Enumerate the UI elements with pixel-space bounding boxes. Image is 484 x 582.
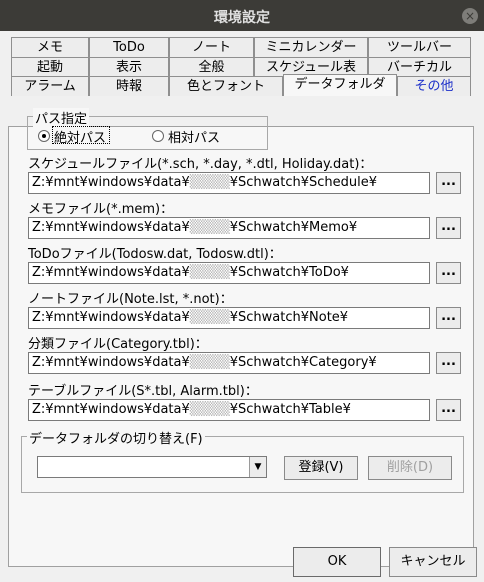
tab-toolbar[interactable]: ツールバー <box>368 37 471 57</box>
tab-note[interactable]: ノート <box>169 37 254 57</box>
path-suffix: ¥Schwatch¥Memo¥ <box>229 220 358 235</box>
path-suffix: ¥Schwatch¥Table¥ <box>229 402 351 417</box>
path-suffix: ¥Schwatch¥Note¥ <box>229 310 349 325</box>
redacted-segment: ▒▒▒▒ <box>189 310 230 325</box>
tab-other[interactable]: その他 <box>397 76 471 96</box>
table-folder-label: テーブルファイル(S*.tbl, Alarm.tbl)： <box>28 384 258 399</box>
window-title: 環境設定 <box>214 10 270 26</box>
path-suffix: ¥Schwatch¥ToDo¥ <box>229 265 349 280</box>
tab-alarm[interactable]: アラーム <box>11 76 89 96</box>
register-button[interactable]: 登録(V) <box>284 456 358 480</box>
redacted-segment: ▒▒▒▒ <box>189 402 230 417</box>
chevron-down-icon[interactable]: ▼ <box>249 457 266 477</box>
tab-general[interactable]: 全般 <box>169 57 254 77</box>
redacted-segment: ▒▒▒▒ <box>189 175 230 190</box>
ok-button[interactable]: OK <box>293 547 381 577</box>
note-folder-label: ノートファイル(Note.lst, *.not)： <box>28 292 233 307</box>
todo-browse-button[interactable]: ... <box>436 262 461 284</box>
redacted-segment: ▒▒▒▒ <box>189 220 230 235</box>
folder-switch-combo[interactable]: ▼ <box>37 456 267 478</box>
absolute-path-radio[interactable] <box>38 130 50 142</box>
memo-folder-field[interactable]: Z:¥mnt¥windows¥data¥▒▒▒▒¥Schwatch¥Memo¥ <box>28 217 430 239</box>
close-icon[interactable]: × <box>462 8 478 24</box>
schedule-browse-button[interactable]: ... <box>436 172 461 194</box>
category-browse-button[interactable]: ... <box>436 352 461 374</box>
folder-switch-label: データフォルダの切り替え(F) <box>27 428 205 447</box>
path-prefix: Z:¥mnt¥windows¥data¥ <box>32 355 190 370</box>
schedule-folder-field[interactable]: Z:¥mnt¥windows¥data¥▒▒▒▒¥Schwatch¥Schedu… <box>28 172 430 194</box>
relative-path-label[interactable]: 相対パス <box>168 127 220 146</box>
todo-folder-field[interactable]: Z:¥mnt¥windows¥data¥▒▒▒▒¥Schwatch¥ToDo¥ <box>28 262 430 284</box>
path-prefix: Z:¥mnt¥windows¥data¥ <box>32 220 190 235</box>
dialog-client: メモ ToDo ノート ミニカレンダー ツールバー 起動 表示 全般 スケジュー… <box>0 31 484 582</box>
tab-memo[interactable]: メモ <box>11 37 89 57</box>
path-mode-label: パス指定 <box>33 108 90 127</box>
tab-minicalendar[interactable]: ミニカレンダー <box>254 37 368 57</box>
tab-display[interactable]: 表示 <box>89 57 169 77</box>
note-browse-button[interactable]: ... <box>436 307 461 329</box>
tab-color-font[interactable]: 色とフォント <box>169 76 283 96</box>
category-folder-field[interactable]: Z:¥mnt¥windows¥data¥▒▒▒▒¥Schwatch¥Catego… <box>28 352 430 374</box>
tab-time-signal[interactable]: 時報 <box>89 76 169 96</box>
table-folder-field[interactable]: Z:¥mnt¥windows¥data¥▒▒▒▒¥Schwatch¥Table¥ <box>28 399 430 421</box>
focus-rectangle <box>52 126 110 144</box>
relative-path-radio[interactable] <box>152 130 164 142</box>
schedule-folder-label: スケジュールファイル(*.sch, *.day, *.dtl, Holiday.… <box>28 157 373 172</box>
path-suffix: ¥Schwatch¥Schedule¥ <box>229 175 378 190</box>
path-prefix: Z:¥mnt¥windows¥data¥ <box>32 265 190 280</box>
category-folder-label: 分類ファイル(Category.tbl)： <box>28 337 208 352</box>
path-prefix: Z:¥mnt¥windows¥data¥ <box>32 402 190 417</box>
tab-todo[interactable]: ToDo <box>89 37 169 57</box>
table-browse-button[interactable]: ... <box>436 399 461 421</box>
path-suffix: ¥Schwatch¥Category¥ <box>229 355 377 370</box>
title-bar: 環境設定 × <box>0 0 484 31</box>
redacted-segment: ▒▒▒▒ <box>189 265 230 280</box>
note-folder-field[interactable]: Z:¥mnt¥windows¥data¥▒▒▒▒¥Schwatch¥Note¥ <box>28 307 430 329</box>
tab-data-folder[interactable]: データフォルダ <box>283 74 397 96</box>
delete-button[interactable]: 削除(D) <box>368 456 452 480</box>
path-prefix: Z:¥mnt¥windows¥data¥ <box>32 310 190 325</box>
todo-folder-label: ToDoファイル(Todosw.dat, Todosw.dtl)： <box>28 247 282 262</box>
memo-folder-label: メモファイル(*.mem)： <box>28 202 174 217</box>
redacted-segment: ▒▒▒▒ <box>189 355 230 370</box>
memo-browse-button[interactable]: ... <box>436 217 461 239</box>
path-prefix: Z:¥mnt¥windows¥data¥ <box>32 175 190 190</box>
tab-startup[interactable]: 起動 <box>11 57 89 77</box>
cancel-button[interactable]: キャンセル <box>389 547 477 577</box>
